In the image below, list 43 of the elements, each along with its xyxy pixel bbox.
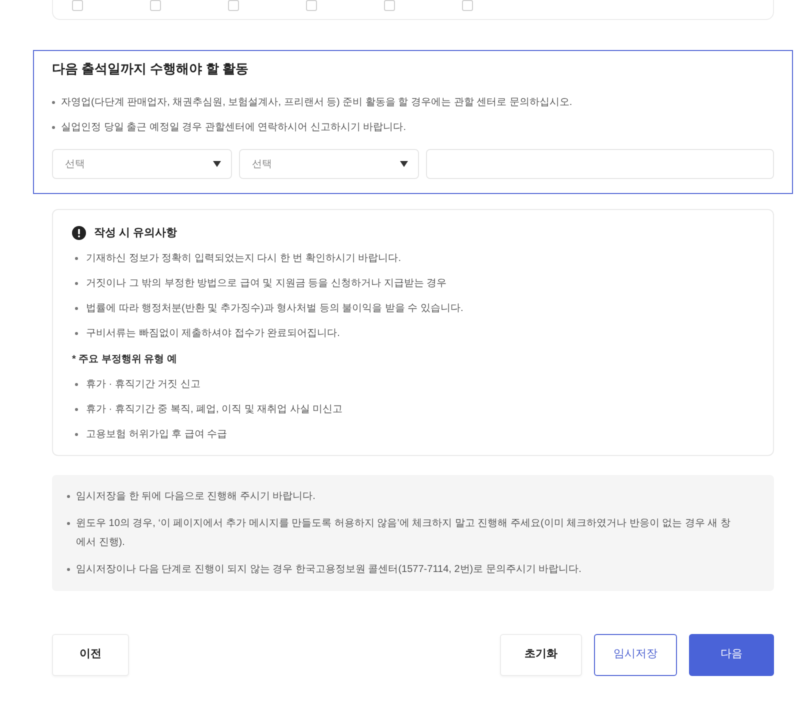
checkbox[interactable]	[384, 0, 395, 11]
bullet-icon	[67, 522, 70, 524]
bullet-icon	[67, 494, 70, 498]
checkbox[interactable]	[228, 0, 239, 11]
notice-subheading: * 주요 부정행위 유형 예	[72, 352, 178, 366]
note-text: 실업인정 당일 출근 예정일 경우 관할센터에 연락하시어 신고하시기 바랍니다.	[61, 120, 406, 134]
caret-icon	[400, 161, 408, 167]
bullet-icon	[75, 408, 78, 410]
info-text: 윈도우 10의 경우, ‘이 페이지에서 추가 메시지를 만들도록 허용하지 않음’에 체크하지 말고 진행해 주세요(이미 체크하였거나 반응이 없는 경우 새 창에서 진행).	[76, 516, 732, 550]
notice-text: 고용보험 허위가입 후 급여 수급	[85, 428, 228, 442]
checkbox[interactable]	[72, 0, 83, 11]
notice-text: 휴가 · 휴직기간 중 복직, 폐업, 이직 및 재취업 사실 미신고	[85, 402, 343, 416]
bullet-icon	[67, 568, 70, 570]
previous-button[interactable]: 이전	[52, 634, 129, 676]
bullet-icon	[75, 282, 78, 284]
caret-icon	[213, 161, 221, 167]
bullet-icon	[75, 256, 78, 260]
notice-text: 구비서류는 빠짐없이 제출하셔야 접수가 완료되어집니다.	[85, 326, 340, 340]
bullet-icon	[75, 432, 78, 436]
bullet-icon	[52, 126, 55, 128]
info-text: 임시저장을 한 뒤에 다음으로 진행해 주시기 바랍니다.	[76, 490, 316, 504]
reset-button[interactable]: 초기화	[500, 634, 582, 676]
notice-text: 거짓이나 그 밖의 부정한 방법으로 급여 및 지원금 등을 신청하거나 지급받는 경우	[85, 276, 447, 290]
bullet-icon	[75, 306, 78, 310]
select-field[interactable]: 선택	[239, 149, 419, 179]
checkbox[interactable]	[462, 0, 473, 11]
checkbox[interactable]	[150, 0, 161, 11]
section-title: 다음 출석일까지 수행해야 할 활동	[52, 60, 248, 77]
select-field[interactable]: 선택	[52, 149, 232, 179]
bullet-icon	[75, 332, 78, 334]
notice-title: 작성 시 유의사항	[94, 226, 178, 240]
notice-text: 휴가 · 휴직기간 거짓 신고	[85, 378, 200, 392]
bullet-icon	[75, 382, 78, 386]
checkbox[interactable]	[306, 0, 317, 11]
info-text: 임시저장이나 다음 단계로 진행이 되지 않는 경우 한국고용정보원 콜센터(1577-7114, 2번)로 문의주시기 바랍니다.	[76, 562, 582, 576]
next-button[interactable]: 다음	[689, 634, 774, 676]
exclamation-icon	[72, 226, 86, 240]
input-field[interactable]	[426, 149, 774, 179]
bullet-icon	[52, 100, 55, 104]
notice-text: 기재하신 정보가 정확히 입력되었는지 다시 한 번 확인하시기 바랍니다.	[85, 252, 402, 266]
save-draft-button[interactable]: 임시저장	[594, 634, 677, 676]
note-text: 자영업(다단계 판매업자, 채권추심원, 보험설계사, 프리랜서 등) 준비 활동을 할 경우에는 관할 센터로 문의하십시오.	[61, 96, 572, 110]
notice-text: 법률에 따라 행정처분(반환 및 추가징수)과 형사처벌 등의 불이익을 받을 수 있습니다.	[85, 302, 464, 316]
